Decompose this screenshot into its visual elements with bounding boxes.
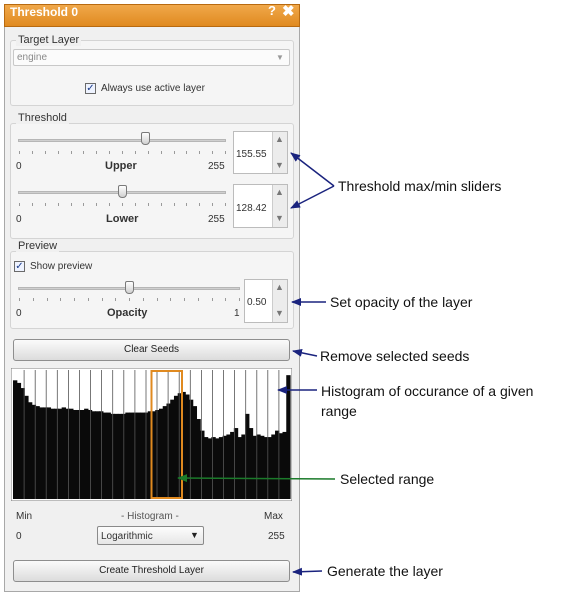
arrow-lower-slider xyxy=(290,185,335,209)
arrow-create-layer xyxy=(292,567,323,576)
annotation-seeds: Remove selected seeds xyxy=(320,348,470,364)
arrow-clear-seeds xyxy=(292,348,318,357)
annotation-range: Selected range xyxy=(340,471,435,487)
annotation-histogram-line1: Histogram of occurance of a given xyxy=(321,383,534,399)
annotation-sliders: Threshold max/min sliders xyxy=(338,178,502,194)
arrow-upper-slider xyxy=(290,152,335,187)
annotation-generate: Generate the layer xyxy=(327,563,443,579)
annotation-histogram-line2: range xyxy=(321,403,357,419)
arrow-selected-range xyxy=(177,474,336,483)
annotation-arrows xyxy=(177,152,336,576)
annotation-opacity: Set opacity of the layer xyxy=(330,294,473,310)
